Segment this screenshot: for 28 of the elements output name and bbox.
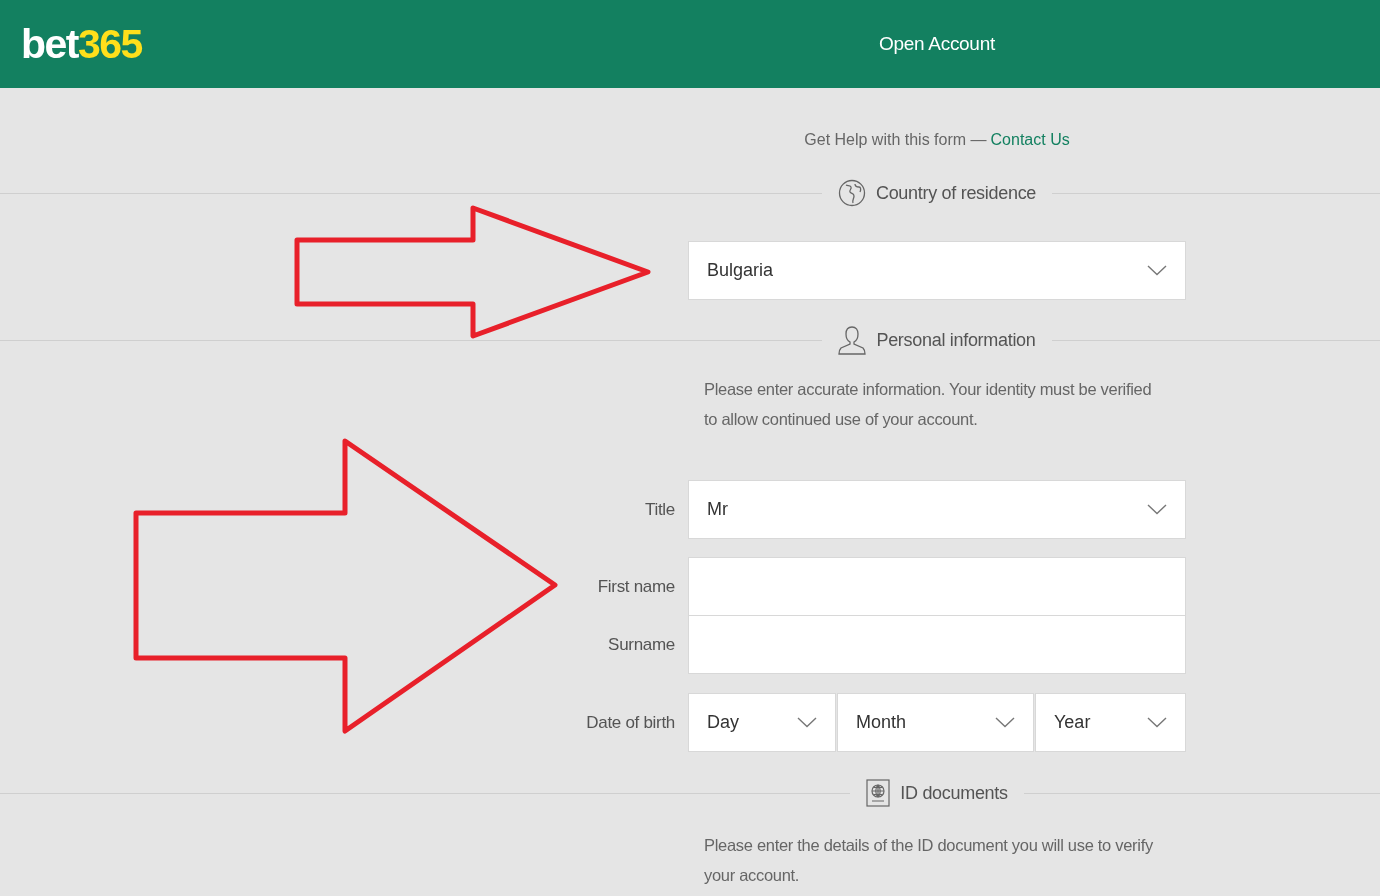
info-paragraph: Please enter accurate information. Your identity must be verified to allow continued use of your account. <box>703 379 1153 430</box>
field-label: Date of birth <box>585 712 676 733</box>
globe-icon <box>837 179 866 207</box>
logo[interactable]: bet365 <box>21 23 142 65</box>
section-title: ID documents <box>900 782 1008 804</box>
chevron-down-icon <box>1147 504 1167 515</box>
field-label: Title <box>644 499 676 520</box>
chevron-down-icon <box>1147 717 1167 728</box>
chevron-down-icon <box>1147 265 1167 276</box>
dropdown[interactable]: Month <box>837 693 1034 752</box>
chevron-down-icon <box>797 717 817 728</box>
help-text: Get Help with this form — <box>804 130 987 150</box>
dropdown[interactable]: Day <box>688 693 836 752</box>
person-icon <box>838 325 867 355</box>
contact-link[interactable]: Contact Us <box>990 128 1070 152</box>
field-label: First name <box>596 576 676 597</box>
info-paragraph: Please enter the details of the ID document you will use to verify your account. <box>703 835 1154 886</box>
section-title: Country of residence <box>875 182 1037 204</box>
field-label: Surname <box>607 635 676 655</box>
section-title: Personal information <box>876 329 1036 351</box>
dropdown[interactable]: Year <box>1035 693 1186 752</box>
country-dropdown[interactable]: Bulgaria <box>688 241 1186 300</box>
chevron-down-icon <box>995 717 1015 728</box>
passport-icon <box>866 779 891 807</box>
title-dropdown[interactable]: Mr <box>688 480 1186 539</box>
input-field[interactable] <box>688 615 1186 674</box>
page-title: Open Account <box>879 33 995 55</box>
input-field[interactable] <box>688 557 1186 616</box>
